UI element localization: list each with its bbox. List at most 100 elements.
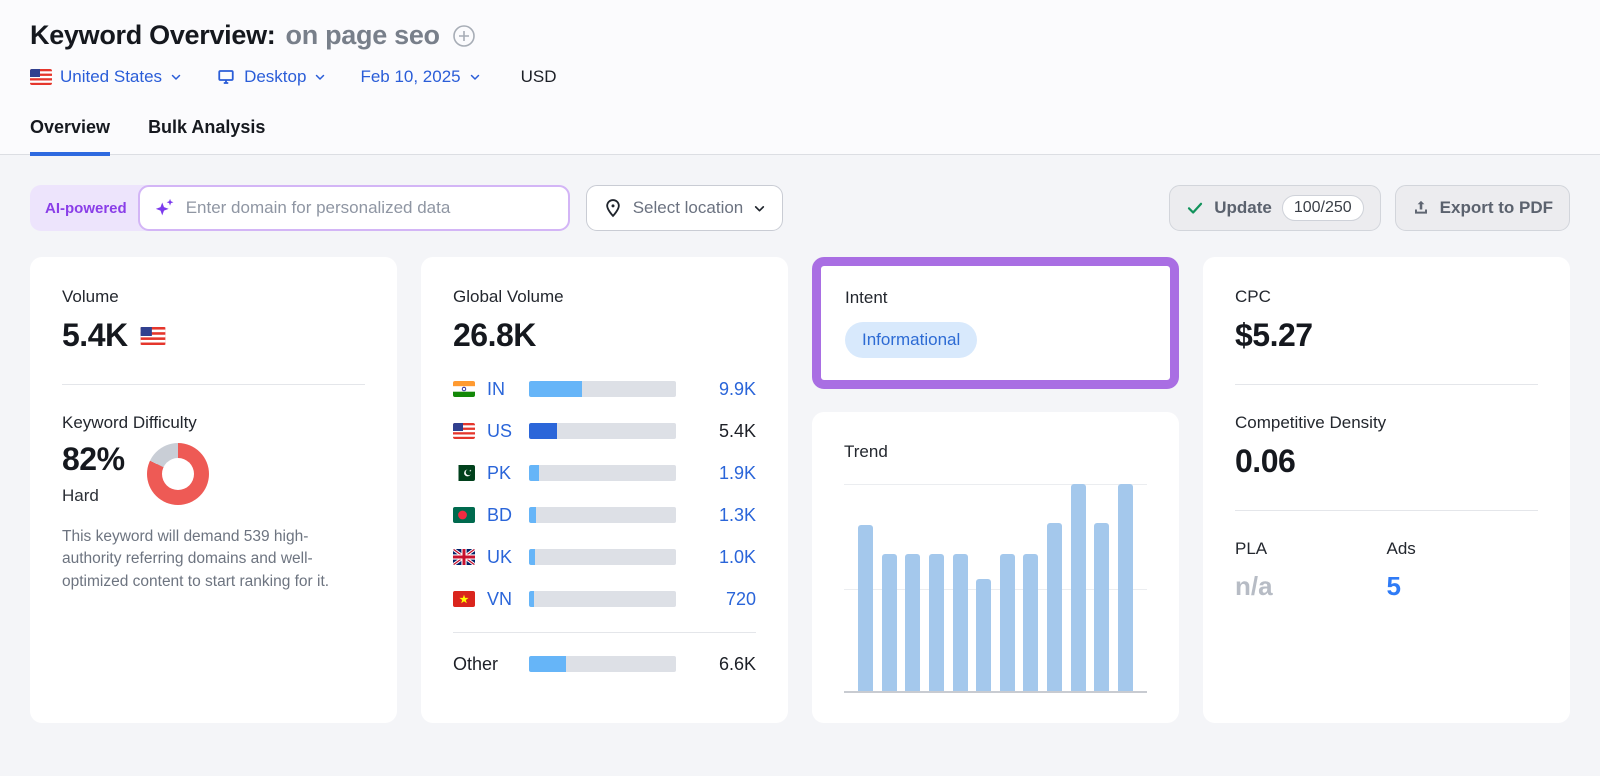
device-selector-label: Desktop — [244, 67, 307, 86]
ads-value[interactable]: 5 — [1387, 571, 1539, 602]
volume-bar — [529, 381, 676, 397]
title-row: Keyword Overview: on page seo — [30, 20, 1570, 51]
domain-input-wrap — [137, 185, 570, 231]
global-volume-other-row: Other 6.6K — [453, 651, 756, 677]
intent-trend-column: Intent Informational Trend — [812, 257, 1179, 723]
pk-flag-icon — [453, 465, 475, 481]
ads-label: Ads — [1386, 539, 1416, 558]
country-volume[interactable]: 1.0K — [694, 547, 756, 568]
country-code[interactable]: US — [487, 421, 529, 442]
us-flag-icon — [140, 326, 165, 345]
export-pdf-button[interactable]: Export to PDF — [1394, 185, 1570, 231]
trend-bar — [1023, 554, 1039, 691]
trend-bar — [881, 554, 897, 691]
toolbar: AI-powered Select location Update 100/25… — [30, 185, 1570, 231]
global-volume-value: 26.8K — [453, 317, 536, 353]
trend-bar — [1047, 523, 1062, 691]
country-code[interactable]: PK — [487, 463, 529, 484]
volume-bar — [529, 591, 676, 607]
intent-label: Intent — [845, 288, 888, 307]
update-button[interactable]: Update 100/250 — [1169, 185, 1381, 231]
device-selector[interactable]: Desktop — [216, 67, 326, 87]
trend-card: Trend — [812, 412, 1179, 723]
volume-bar — [529, 507, 676, 523]
date-selector-label: Feb 10, 2025 — [360, 67, 461, 86]
trend-bar — [976, 579, 992, 691]
tab-overview[interactable]: Overview — [30, 117, 111, 156]
ai-powered-badge: AI-powered — [45, 199, 127, 217]
global-volume-row: UK 1.0K — [453, 544, 756, 570]
global-volume-row: IN 9.9K — [453, 376, 756, 402]
ai-domain-group: AI-powered — [30, 185, 570, 231]
kd-description: This keyword will demand 539 high-author… — [62, 528, 330, 590]
other-volume: 6.6K — [718, 653, 756, 674]
desktop-icon — [218, 70, 234, 84]
cpc-value: $5.27 — [1235, 317, 1313, 353]
uk-flag-icon — [453, 549, 475, 565]
check-icon — [1188, 202, 1203, 214]
global-volume-row: PK 1.9K — [453, 460, 756, 486]
pla-block: PLA n/a — [1235, 539, 1387, 602]
volume-bar — [529, 465, 676, 481]
global-volume-label: Global Volume — [453, 287, 564, 306]
update-count-badge: 100/250 — [1281, 195, 1364, 221]
export-pdf-label: Export to PDF — [1439, 198, 1553, 217]
in-flag-icon — [453, 381, 475, 397]
trend-bar — [905, 554, 921, 691]
country-selector-label: United States — [60, 67, 163, 86]
metric-cards: Volume 5.4K Keyword Difficulty 82% Hard … — [30, 257, 1570, 723]
volume-bar — [529, 656, 676, 672]
domain-input[interactable] — [185, 198, 554, 218]
country-volume[interactable]: 9.9K — [694, 379, 756, 400]
country-selector[interactable]: United States — [30, 67, 182, 87]
country-code[interactable]: UK — [487, 547, 529, 568]
volume-bar — [529, 423, 676, 439]
competitive-density-label: Competitive Density — [1235, 413, 1387, 432]
country-volume[interactable]: 1.3K — [694, 505, 756, 526]
global-volume-row: VN 720 — [453, 586, 756, 612]
trend-bars — [858, 484, 1133, 691]
tab-bulk-analysis[interactable]: Bulk Analysis — [148, 117, 265, 154]
page-title: Keyword Overview: — [30, 20, 276, 50]
competitive-density-value: 0.06 — [1235, 443, 1296, 479]
volume-value: 5.4K — [62, 317, 128, 353]
global-volume-rows: IN 9.9K US 5.4K PK 1.9K BD 1.3K UK 1.0K … — [453, 376, 756, 677]
filter-row: United States Desktop Feb 10, 2025 USD — [30, 67, 1570, 87]
vn-flag-icon — [453, 591, 475, 607]
divider — [62, 384, 365, 385]
trend-label: Trend — [844, 442, 888, 461]
kd-donut — [146, 443, 209, 505]
country-code[interactable]: IN — [487, 379, 529, 400]
pla-label: PLA — [1235, 539, 1268, 558]
select-location-label: Select location — [632, 198, 744, 217]
volume-label: Volume — [62, 287, 119, 306]
currency-label: USD — [520, 67, 557, 86]
volume-bar — [529, 549, 676, 565]
trend-bar — [1094, 523, 1110, 691]
country-volume[interactable]: 1.9K — [694, 463, 756, 484]
chevron-down-icon — [316, 74, 325, 80]
intent-badge[interactable]: Informational — [845, 322, 978, 358]
add-keyword-icon[interactable] — [452, 24, 476, 48]
global-volume-card: Global Volume 26.8K IN 9.9K US 5.4K PK 1… — [421, 257, 788, 723]
divider — [1235, 510, 1538, 511]
us-flag-icon — [30, 69, 52, 85]
trend-bar — [999, 554, 1015, 691]
ads-block: Ads 5 — [1387, 539, 1539, 602]
select-location-button[interactable]: Select location — [585, 185, 784, 231]
us-flag-icon — [453, 423, 475, 439]
country-volume[interactable]: 720 — [694, 589, 756, 610]
kd-level: Hard — [62, 486, 99, 505]
intent-card: Intent Informational — [821, 266, 1170, 380]
date-selector[interactable]: Feb 10, 2025 — [360, 67, 480, 87]
chart-baseline — [844, 691, 1147, 693]
global-volume-row: US 5.4K — [453, 418, 756, 444]
country-code[interactable]: BD — [487, 505, 529, 526]
page-keyword: on page seo — [285, 20, 441, 50]
country-code[interactable]: VN — [487, 589, 529, 610]
kd-value: 82% — [62, 441, 125, 477]
cpc-label: CPC — [1235, 287, 1271, 306]
trend-bar — [858, 525, 873, 691]
volume-card: Volume 5.4K Keyword Difficulty 82% Hard … — [30, 257, 397, 723]
kd-label: Keyword Difficulty — [62, 413, 197, 432]
